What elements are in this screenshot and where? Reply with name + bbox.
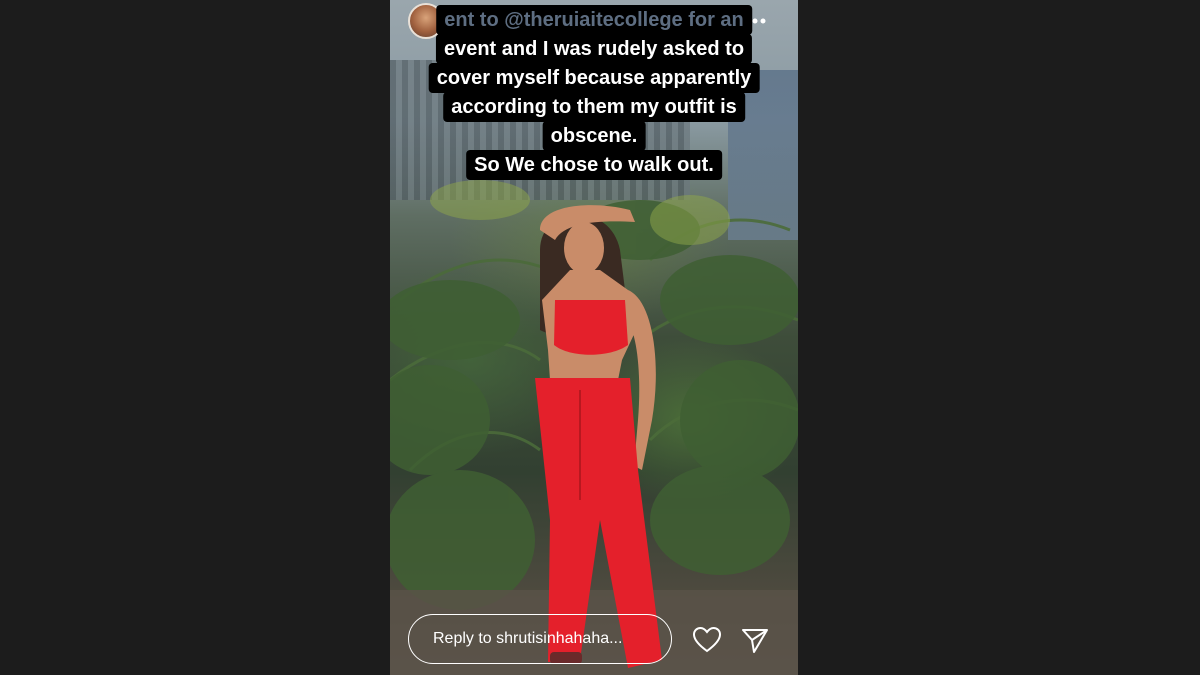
caption-line: obscene. (542, 121, 646, 151)
heart-icon[interactable] (692, 626, 722, 654)
caption-line: cover myself because apparently (428, 63, 760, 93)
send-icon[interactable] (740, 626, 770, 654)
story-viewer[interactable]: shrutisinh ent to @theruiaitecollege for… (390, 0, 798, 675)
caption-line: ent to @theruiaitecollege for an (436, 5, 752, 35)
reply-input[interactable]: Reply to shrutisinhahaha... (408, 614, 672, 664)
caption-line: So We chose to walk out. (466, 150, 722, 180)
caption-line: event and I was rudely asked to (435, 34, 753, 64)
caption-line: according to them my outfit is (443, 92, 745, 122)
